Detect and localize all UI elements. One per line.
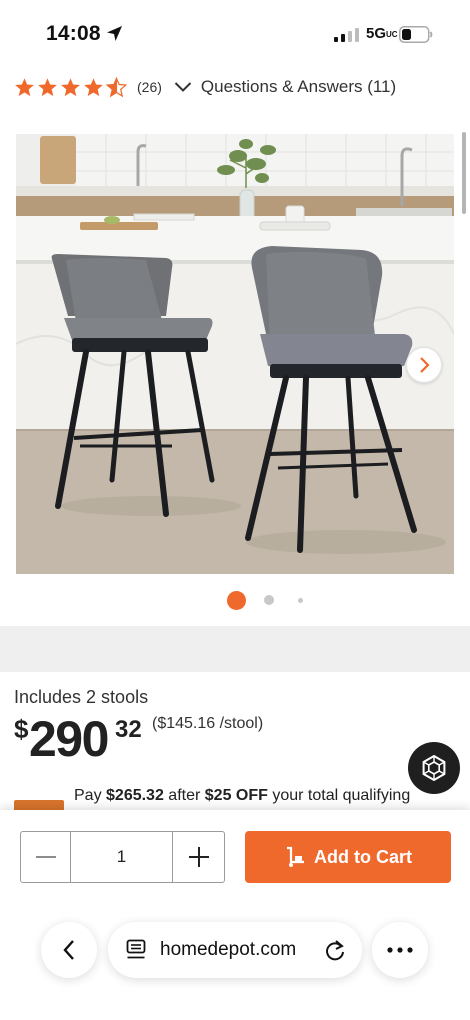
star-half-icon: [106, 76, 127, 97]
chevron-left-icon: [63, 940, 74, 960]
scroll-indicator[interactable]: [462, 132, 466, 214]
quantity-input[interactable]: 1: [71, 832, 172, 882]
chevron-down-icon[interactable]: [174, 81, 192, 93]
more-dots-icon: [387, 947, 413, 953]
reader-mode-icon[interactable]: [126, 939, 146, 961]
ar-view-button[interactable]: [408, 742, 460, 794]
add-to-cart-label: Add to Cart: [314, 846, 412, 867]
quantity-stepper: 1: [20, 831, 225, 883]
add-to-cart-button[interactable]: Add to Cart: [245, 831, 451, 883]
product-image[interactable]: [16, 134, 454, 574]
review-count[interactable]: (26): [137, 79, 162, 95]
status-bar: 14:08 5GUC: [0, 0, 470, 70]
unit-price: ($145.16 /stool): [152, 715, 264, 732]
gallery-pagination: [0, 589, 470, 611]
star-full-icon: [15, 77, 34, 96]
reload-icon[interactable]: [324, 938, 346, 962]
star-full-icon: [61, 77, 80, 96]
pagination-dot-active[interactable]: [226, 590, 246, 610]
section-divider: [0, 626, 470, 672]
questions-answers-link[interactable]: Questions & Answers (11): [201, 77, 396, 97]
pagination-dot[interactable]: [264, 595, 274, 605]
status-time: 14:08: [46, 22, 101, 45]
star-full-icon: [84, 77, 103, 96]
price-cents: 32: [115, 716, 142, 743]
url-text: homedepot.com: [160, 939, 297, 960]
pagination-dot[interactable]: [297, 597, 303, 603]
plus-icon: [188, 847, 209, 867]
rating-row: (26) Questions & Answers (11): [14, 74, 454, 100]
hand-truck-icon: [287, 846, 304, 867]
quantity-increase-button[interactable]: [172, 832, 224, 882]
ar-cube-icon: [422, 754, 446, 782]
price-currency-symbol: $: [14, 714, 29, 744]
location-arrow-icon: [107, 26, 122, 41]
browser-back-button[interactable]: [41, 922, 97, 978]
price-dollars: 290: [29, 711, 109, 767]
chevron-right-icon: [420, 357, 430, 373]
minus-icon: [35, 856, 56, 858]
next-image-button[interactable]: [406, 347, 442, 383]
cellular-signal-icon: [334, 28, 359, 42]
quantity-decrease-button[interactable]: [21, 832, 71, 882]
star-full-icon: [38, 77, 57, 96]
network-type: 5GUC: [366, 25, 398, 42]
browser-more-button[interactable]: [372, 922, 428, 978]
battery-icon: [399, 26, 433, 43]
address-bar[interactable]: homedepot.com: [108, 922, 362, 978]
includes-text: Includes 2 stools: [14, 687, 149, 707]
promo-text: Pay $265.32 after $25 OFF your total qua…: [74, 787, 411, 804]
